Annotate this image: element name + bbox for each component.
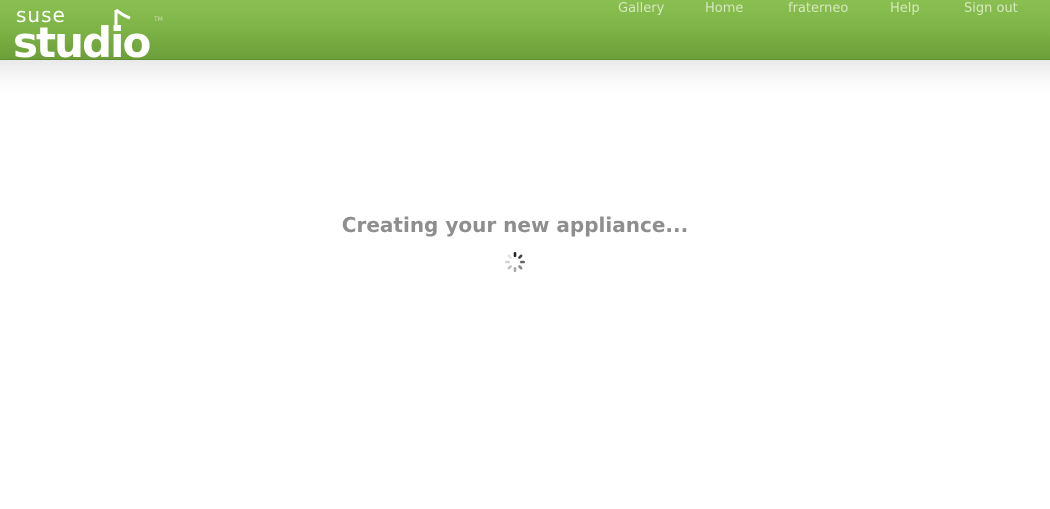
nav-sign-out-link[interactable]: Sign out: [964, 1, 1018, 17]
logo-trademark: TM: [153, 16, 163, 23]
logo-studio-text: studio: [13, 18, 150, 59]
nav-home-link[interactable]: Home: [705, 1, 743, 17]
nav-user-link[interactable]: fraterneo: [788, 1, 848, 17]
top-header-bar: suse studio TM Gallery Home fraterneo He…: [0, 0, 1050, 60]
header-shadow: [0, 60, 1050, 94]
suse-studio-logo[interactable]: suse studio TM: [0, 0, 175, 59]
loading-spinner-icon: [505, 252, 525, 272]
creating-appliance-status: Creating your new appliance...: [341, 213, 689, 237]
nav-help-link[interactable]: Help: [890, 1, 920, 17]
nav-gallery-link[interactable]: Gallery: [618, 1, 664, 17]
main-content: Creating your new appliance...: [0, 200, 1030, 237]
